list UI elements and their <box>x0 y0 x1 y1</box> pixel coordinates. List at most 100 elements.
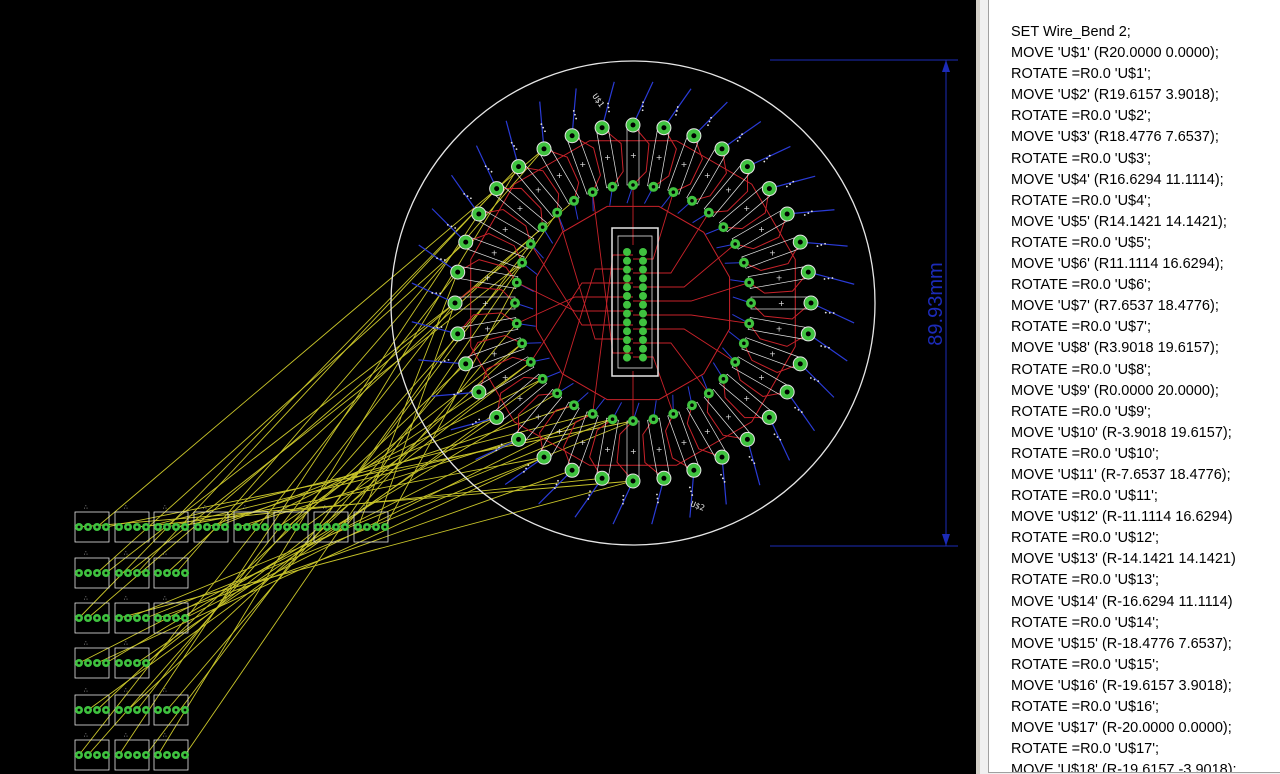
pad-hole <box>513 301 517 305</box>
component-marker: + <box>725 186 732 195</box>
connector-pad <box>639 344 647 353</box>
silk-dot <box>721 477 724 480</box>
silk-dot <box>675 110 678 112</box>
component-marker: + <box>778 299 785 308</box>
script-line: ROTATE =R0.0 'U$17'; <box>1011 741 1160 758</box>
grid-pad-hole <box>126 708 130 712</box>
script-line: MOVE 'U$16' (R-19.6157 3.9018); <box>1011 677 1232 694</box>
silk-dot <box>768 154 771 157</box>
grid-pad-hole <box>77 661 81 665</box>
silk-dot <box>527 464 530 467</box>
grid-pad-hole <box>117 525 121 529</box>
silk-dot <box>817 380 820 383</box>
airwire <box>96 241 467 574</box>
script-line: ROTATE =R0.0 'U$5'; <box>1011 234 1151 251</box>
silk-dot <box>453 393 456 396</box>
silk-dot <box>443 360 446 362</box>
pad-hole <box>733 242 737 246</box>
grid-pad-hole <box>205 525 209 529</box>
grid-part-marker: ∴ <box>124 595 128 602</box>
grid-pad-hole <box>214 525 218 529</box>
component-marker: + <box>769 350 776 359</box>
pad-hole <box>555 391 559 396</box>
script-line: MOVE 'U$13' (R-14.1421 14.1421) <box>1011 551 1236 568</box>
pad-hole <box>651 417 656 422</box>
script-line: MOVE 'U$17' (R-20.0000 0.0000); <box>1011 720 1232 737</box>
silk-dot <box>807 212 810 215</box>
grid-part-marker: ∴ <box>323 504 327 511</box>
pad-hole <box>671 190 676 194</box>
grid-pad-hole <box>126 571 130 575</box>
pcb-drawing: + +++++++++++++++++++++++++++++++++++ ∴ ∴ ∴… <box>74 59 958 771</box>
pad-hole <box>671 412 676 416</box>
component-marker: + <box>579 160 586 169</box>
silk-dot <box>736 139 739 142</box>
silk-dot <box>641 109 644 112</box>
top-trace <box>562 413 593 471</box>
component-marker: + <box>535 186 542 195</box>
grid-part-marker: ∴ <box>203 504 207 511</box>
pad-hole <box>747 280 752 285</box>
script-text-area[interactable]: SET Wire_Bend 2; MOVE 'U$1' (R20.0000 0.0… <box>988 0 1280 773</box>
pad-hole <box>733 360 737 364</box>
pad-hole <box>610 417 615 422</box>
grid-part-marker: ∴ <box>163 687 167 694</box>
script-line: ROTATE =R0.0 'U$3'; <box>1011 150 1151 167</box>
pad-hole <box>707 210 711 215</box>
grid-part-marker: ∴ <box>124 504 128 511</box>
grid-pad-hole <box>135 753 139 757</box>
pcb-layout-canvas[interactable]: + + + + + + + + + + + + + + + + + + + + + + + + + + + + + + + + + + + + ∴ ∴ ∴… <box>0 0 976 774</box>
grid-pad-hole <box>104 661 108 665</box>
component-marker: + <box>535 412 542 421</box>
component-marker: + <box>517 204 524 213</box>
grid-pad-hole <box>165 525 169 529</box>
script-line: MOVE 'U$6' (R11.1114 16.6294); <box>1011 256 1224 273</box>
airwire <box>136 188 497 574</box>
pad-hole <box>631 419 635 423</box>
silk-dot <box>542 126 545 129</box>
grid-pad-hole <box>196 525 200 529</box>
grid-pad-hole <box>156 753 160 757</box>
silk-dot <box>642 101 644 104</box>
airwire <box>136 417 497 664</box>
pad-hole <box>463 361 469 367</box>
silk-dot <box>800 411 803 413</box>
pad-hole <box>691 133 697 139</box>
grid-pad-hole <box>174 525 178 529</box>
silk-dot <box>439 292 442 295</box>
silk-dot <box>816 245 819 248</box>
connector-pad <box>623 265 631 274</box>
pad-hole <box>516 436 522 442</box>
silk-dot <box>440 258 442 261</box>
grid-pad-hole <box>236 525 240 529</box>
silk-dot <box>436 326 439 329</box>
pad-hole <box>766 186 772 192</box>
silk-dot <box>824 242 826 245</box>
silk-dot <box>443 259 446 261</box>
silk-dot <box>708 120 711 123</box>
grid-pad-hole <box>285 525 289 529</box>
grid-pad-hole <box>135 525 139 529</box>
silk-dot <box>436 257 438 260</box>
silk-dot <box>656 497 659 500</box>
grid-part-marker: ∴ <box>163 550 167 557</box>
grid-part-marker: ∴ <box>163 732 167 739</box>
grid-part-marker: ∴ <box>84 732 88 739</box>
script-line: SET Wire_Bend 2; <box>1011 24 1131 40</box>
script-line: ROTATE =R0.0 'U$16'; <box>1011 699 1160 715</box>
grid-pad-hole <box>165 571 169 575</box>
grid-pad-hole <box>156 708 160 712</box>
component-marker: + <box>484 325 491 334</box>
silk-dot <box>589 490 591 493</box>
pad-hole <box>805 269 811 275</box>
component-marker: + <box>769 248 776 257</box>
grid-pad-hole <box>174 753 178 757</box>
script-line: ROTATE =R0.0 'U$9'; <box>1011 403 1151 420</box>
silk-dot <box>446 223 449 226</box>
top-trace-center <box>633 191 674 260</box>
grid-pad-hole <box>263 525 267 529</box>
pad-hole <box>590 412 595 416</box>
grid-pad-hole <box>95 753 99 757</box>
bottom-copper-layer <box>411 81 855 525</box>
pad-hole <box>747 321 752 326</box>
